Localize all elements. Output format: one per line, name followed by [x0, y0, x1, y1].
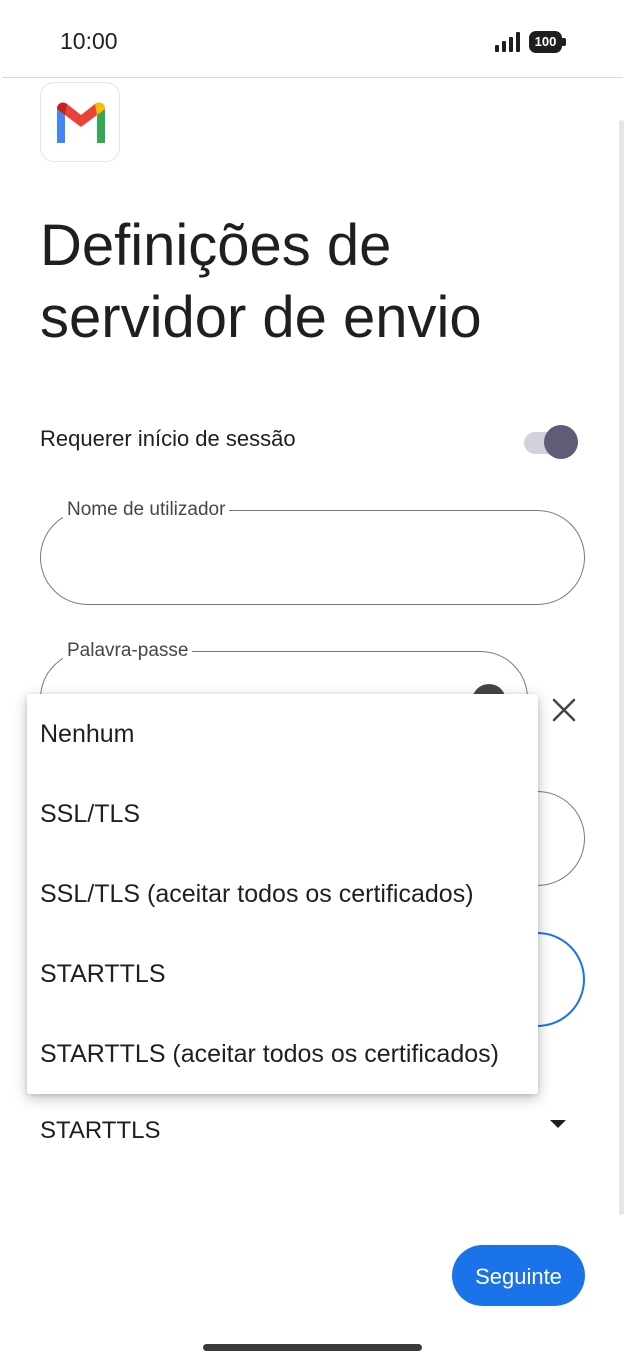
- security-type-value[interactable]: STARTTLS: [40, 1117, 160, 1145]
- scrollbar[interactable]: [619, 120, 624, 1215]
- page-title: Definições de servidor de envio: [40, 213, 482, 350]
- signal-icon: [495, 32, 520, 52]
- toggle-thumb: [544, 425, 578, 459]
- screen: 10:00 100 Definições de servidor de envi…: [0, 0, 625, 1362]
- menu-item-starttls[interactable]: STARTTLS: [27, 934, 538, 1014]
- require-login-label: Requerer início de sessão: [40, 426, 296, 451]
- dropdown-arrow-icon[interactable]: [550, 1120, 566, 1128]
- gmail-m-icon: [57, 102, 105, 143]
- menu-item-starttls-accept-all[interactable]: STARTTLS (aceitar todos os certificados): [27, 1014, 538, 1094]
- next-button[interactable]: Seguinte: [452, 1245, 585, 1306]
- status-time: 10:00: [60, 28, 118, 54]
- gmail-logo-icon: [40, 82, 120, 162]
- username-label: Nome de utilizador: [63, 498, 230, 522]
- close-icon[interactable]: [548, 694, 580, 726]
- menu-item-none[interactable]: Nenhum: [27, 694, 538, 774]
- battery-cap: [562, 38, 566, 46]
- security-type-menu: Nenhum SSL/TLS SSL/TLS (aceitar todos os…: [27, 694, 538, 1094]
- status-divider: [2, 77, 623, 78]
- status-bar: 10:00 100: [0, 0, 625, 78]
- home-indicator[interactable]: [203, 1344, 422, 1351]
- require-login-toggle[interactable]: [522, 424, 580, 460]
- username-field[interactable]: Nome de utilizador: [40, 498, 585, 605]
- battery-level: 100: [534, 34, 557, 49]
- battery-icon: 100: [529, 31, 567, 53]
- menu-item-ssl-tls[interactable]: SSL/TLS: [27, 774, 538, 854]
- password-label: Palavra-passe: [63, 639, 193, 663]
- menu-item-ssl-tls-accept-all[interactable]: SSL/TLS (aceitar todos os certificados): [27, 854, 538, 934]
